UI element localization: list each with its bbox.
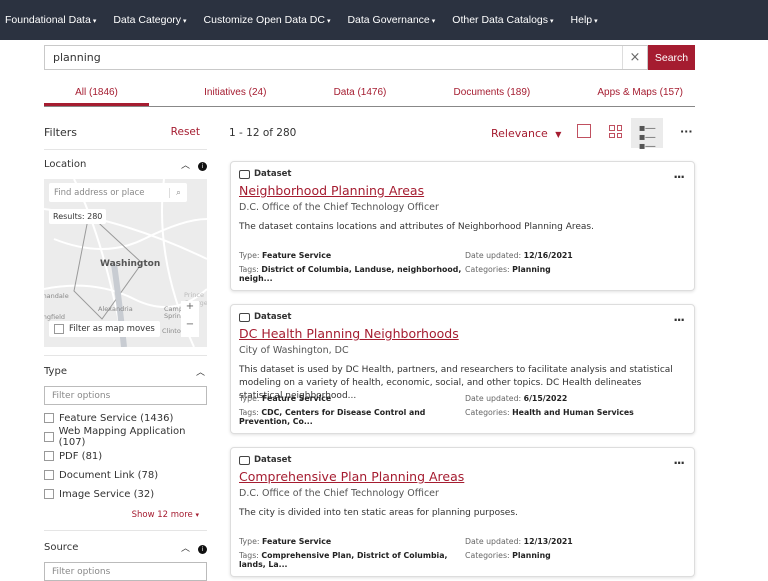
type-title: Type bbox=[44, 366, 67, 377]
type-option[interactable]: Image Service (32) bbox=[44, 488, 207, 500]
result-description: The city is divided into ten static area… bbox=[239, 508, 518, 518]
type-option[interactable]: Web Mapping Application (107) bbox=[44, 426, 207, 448]
chevron-down-icon: ▾ bbox=[195, 511, 199, 519]
type-option[interactable]: Document Link (78) bbox=[44, 469, 207, 481]
list-view-icon[interactable]: ▪― ▪― ▪― bbox=[631, 118, 663, 152]
result-owner: D.C. Office of the Chief Technology Offi… bbox=[239, 202, 439, 213]
result-kind: Dataset bbox=[254, 312, 292, 322]
more-options-icon[interactable]: ··· bbox=[680, 125, 693, 138]
grid-view-icon[interactable] bbox=[609, 125, 622, 138]
zoom-out-button[interactable]: − bbox=[181, 319, 199, 330]
result-title-link[interactable]: Comprehensive Plan Planning Areas bbox=[239, 469, 686, 484]
tab-apps-maps[interactable]: Apps & Maps (157) bbox=[585, 82, 695, 106]
tab-initiatives[interactable]: Initiatives (24) bbox=[192, 82, 278, 106]
map-label-washington: Washington bbox=[100, 259, 161, 269]
result-card: Dataset ··· DC Health Planning Neighborh… bbox=[230, 304, 695, 434]
reset-button[interactable]: Reset bbox=[171, 126, 200, 138]
dataset-icon bbox=[239, 312, 250, 322]
result-owner: D.C. Office of the Chief Technology Offi… bbox=[239, 488, 439, 499]
search-bar: × bbox=[44, 45, 648, 70]
search-button[interactable]: Search bbox=[648, 45, 695, 70]
tab-all[interactable]: All (1846) bbox=[44, 82, 149, 106]
result-title-link[interactable]: Neighborhood Planning Areas bbox=[239, 183, 686, 198]
map-view-icon[interactable] bbox=[577, 124, 591, 138]
result-description: The dataset contains locations and attri… bbox=[239, 222, 594, 232]
map-label: Annandale bbox=[44, 292, 69, 300]
nav-help[interactable]: Help bbox=[571, 14, 598, 26]
result-tags: Tags: CDC, Centers for Disease Control a… bbox=[239, 408, 426, 426]
map-label: Alexandria bbox=[98, 305, 133, 313]
result-tags: Tags: District of Columbia, Landuse, nei… bbox=[239, 265, 462, 283]
info-icon[interactable]: i bbox=[198, 545, 207, 554]
result-type: Type: Feature Service bbox=[239, 251, 332, 260]
result-description: This dataset is used by DC Health, partn… bbox=[239, 365, 673, 401]
type-option[interactable]: PDF (81) bbox=[44, 450, 207, 462]
results-count-badge: Results: 280 bbox=[49, 209, 107, 224]
map-search-input[interactable]: Find address or place ⌕ bbox=[49, 183, 187, 202]
source-title: Source bbox=[44, 542, 79, 553]
filter-as-map-moves[interactable]: Filter as map moves bbox=[49, 321, 160, 337]
top-nav: Foundational Data Data Category Customiz… bbox=[0, 0, 768, 40]
nav-data-governance[interactable]: Data Governance bbox=[347, 14, 435, 26]
result-type: Type: Feature Service bbox=[239, 394, 332, 403]
nav-data-category[interactable]: Data Category bbox=[113, 14, 186, 26]
card-menu-icon[interactable]: ··· bbox=[673, 170, 685, 184]
info-icon[interactable]: i bbox=[198, 162, 207, 171]
search-icon[interactable]: ⌕ bbox=[169, 187, 187, 198]
result-owner: City of Washington, DC bbox=[239, 345, 349, 356]
result-card: Dataset ··· Neighborhood Planning Areas … bbox=[230, 161, 695, 291]
tab-data[interactable]: Data (1476) bbox=[322, 82, 399, 106]
location-map[interactable]: Find address or place ⌕ Results: 280 Was… bbox=[44, 179, 207, 347]
nav-foundational-data[interactable]: Foundational Data bbox=[5, 14, 96, 26]
sort-dropdown[interactable]: Relevance ▼ bbox=[491, 127, 561, 140]
result-kind: Dataset bbox=[254, 455, 292, 465]
zoom-in-button[interactable]: + bbox=[181, 301, 199, 319]
result-categories: Categories: Planning bbox=[465, 265, 551, 274]
location-title: Location bbox=[44, 159, 87, 170]
search-input[interactable] bbox=[45, 46, 622, 69]
result-title-link[interactable]: DC Health Planning Neighborhoods bbox=[239, 326, 686, 341]
filters-title: Filters bbox=[44, 126, 77, 139]
results-count: 1 - 12 of 280 bbox=[229, 127, 297, 139]
type-filter-input[interactable]: Filter options bbox=[44, 386, 207, 405]
result-categories: Categories: Planning bbox=[465, 551, 551, 560]
card-menu-icon[interactable]: ··· bbox=[673, 456, 685, 470]
type-option[interactable]: Feature Service (1436) bbox=[44, 412, 207, 424]
nav-other-catalogs[interactable]: Other Data Catalogs bbox=[452, 14, 553, 26]
result-kind: Dataset bbox=[254, 169, 292, 179]
result-date: Date updated: 12/13/2021 bbox=[465, 537, 573, 546]
filters-panel: Filters Reset Location ︿ i Find address o… bbox=[44, 120, 207, 581]
source-filter-input[interactable]: Filter options bbox=[44, 562, 207, 581]
result-date: Date updated: 6/15/2022 bbox=[465, 394, 568, 403]
result-tags: Tags: Comprehensive Plan, District of Co… bbox=[239, 551, 448, 569]
collapse-chevron-icon[interactable]: ︿ bbox=[181, 161, 190, 171]
result-card: Dataset ··· Comprehensive Plan Planning … bbox=[230, 447, 695, 577]
result-categories: Categories: Health and Human Services bbox=[465, 408, 634, 417]
caret-down-icon: ▼ bbox=[555, 130, 562, 139]
checkbox[interactable] bbox=[54, 324, 64, 334]
nav-customize[interactable]: Customize Open Data DC bbox=[204, 14, 331, 26]
map-label: Springfield bbox=[44, 313, 66, 321]
collapse-chevron-icon[interactable]: ︿ bbox=[196, 365, 205, 378]
dataset-icon bbox=[239, 455, 250, 465]
clear-search-icon[interactable]: × bbox=[622, 46, 647, 69]
show-more-button[interactable]: Show 12 more ▾ bbox=[44, 510, 199, 520]
tab-documents[interactable]: Documents (189) bbox=[442, 82, 543, 106]
dataset-icon bbox=[239, 169, 250, 179]
result-tabs: All (1846) Initiatives (24) Data (1476) … bbox=[44, 82, 695, 107]
collapse-chevron-icon[interactable]: ︿ bbox=[181, 544, 190, 554]
card-menu-icon[interactable]: ··· bbox=[673, 313, 685, 327]
result-type: Type: Feature Service bbox=[239, 537, 332, 546]
result-date: Date updated: 12/16/2021 bbox=[465, 251, 573, 260]
